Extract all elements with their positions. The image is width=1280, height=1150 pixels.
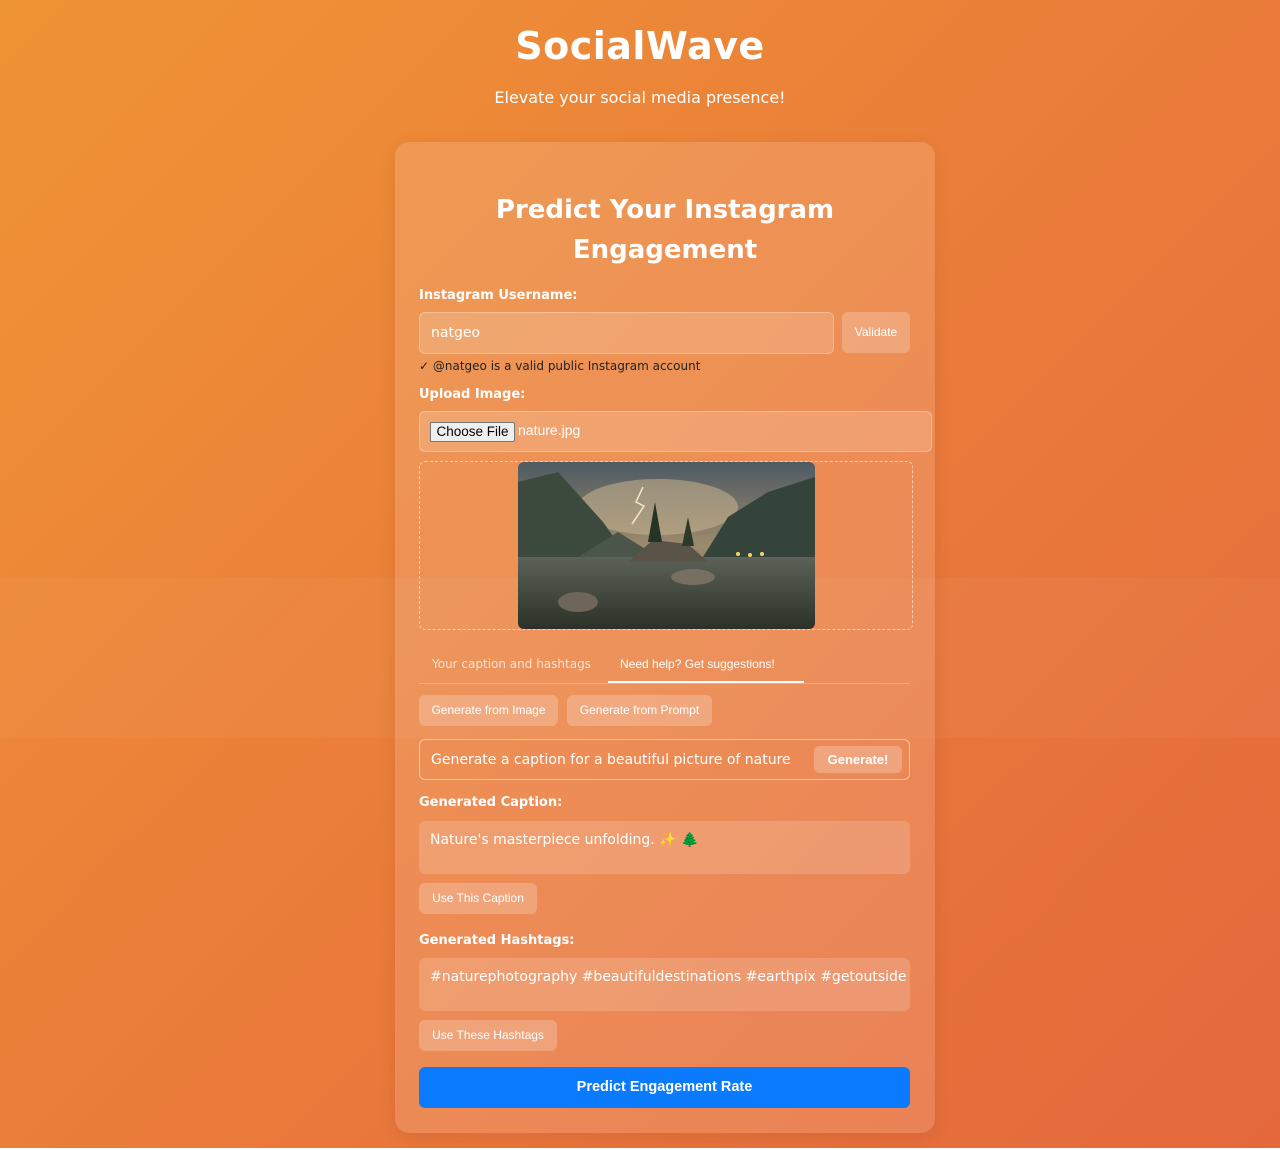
brand-tagline: Elevate your social media presence!: [494, 88, 786, 107]
image-preview-area: [419, 461, 913, 630]
generated-hashtags-label: Generated Hashtags:: [419, 933, 575, 948]
file-name: nature.jpg: [518, 422, 581, 438]
brand-title: SocialWave: [515, 24, 765, 68]
card-title: Predict Your Instagram Engagement: [495, 195, 835, 265]
username-input[interactable]: natgeo: [419, 312, 834, 354]
generate-from-image-button[interactable]: Generate from Image: [419, 695, 558, 726]
tab-suggestions[interactable]: Need help? Get suggestions!: [620, 657, 775, 671]
username-value: natgeo: [431, 325, 481, 341]
generated-hashtags-text: #naturephotography #beautifuldestination…: [430, 969, 907, 985]
upload-label: Upload Image:: [419, 387, 526, 402]
generate-button[interactable]: Generate!: [814, 746, 902, 773]
choose-file-button[interactable]: Choose File: [430, 422, 515, 442]
caption-tabs: Your caption and hashtags Need help? Get…: [419, 647, 909, 684]
generated-caption-label: Generated Caption:: [419, 795, 563, 810]
active-tab-indicator: [608, 681, 804, 683]
generated-caption-box: Nature's masterpiece unfolding. ✨ 🌲: [419, 821, 910, 874]
file-input[interactable]: Choose File nature.jpg: [419, 411, 932, 452]
use-caption-button[interactable]: Use This Caption: [419, 883, 537, 914]
generated-hashtags-box: #naturephotography #beautifuldestination…: [419, 958, 910, 1011]
tab-your-caption[interactable]: Your caption and hashtags: [432, 657, 591, 671]
username-label: Instagram Username:: [419, 288, 578, 303]
predict-engagement-button[interactable]: Predict Engagement Rate: [419, 1067, 910, 1108]
prompt-input[interactable]: Generate a caption for a beautiful pictu…: [419, 739, 910, 780]
prediction-card: Predict Your Instagram Engagement Instag…: [395, 142, 935, 1133]
prompt-value: Generate a caption for a beautiful pictu…: [431, 752, 791, 768]
use-hashtags-button[interactable]: Use These Hashtags: [419, 1020, 557, 1051]
validate-button[interactable]: Validate: [842, 312, 910, 353]
validation-message: ✓ @natgeo is a valid public Instagram ac…: [419, 359, 701, 373]
uploaded-image-preview: [518, 462, 815, 629]
generated-caption-text: Nature's masterpiece unfolding. ✨ 🌲: [430, 832, 699, 848]
generate-from-prompt-button[interactable]: Generate from Prompt: [567, 695, 712, 726]
